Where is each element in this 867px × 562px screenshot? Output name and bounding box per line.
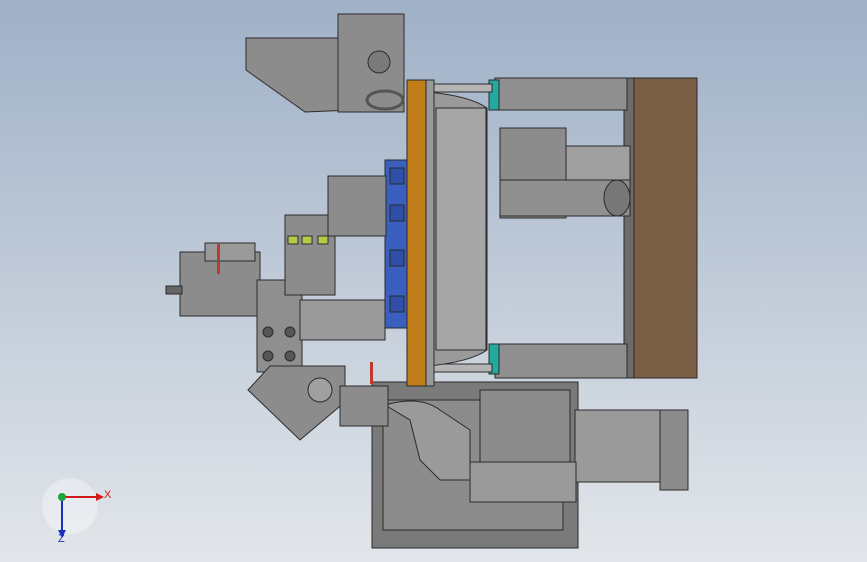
left-knob (165, 285, 183, 295)
angled-block-hole (307, 377, 333, 403)
red-mark-3 (370, 362, 373, 384)
yellow-green-detail-3 (317, 235, 329, 245)
lower-clamp-block (339, 385, 389, 427)
top-bolt-hole (367, 50, 391, 74)
left-bolt-4 (284, 350, 296, 362)
x-axis-label: X (104, 489, 112, 501)
origin-icon (58, 493, 66, 501)
blue-clamp-1 (389, 167, 405, 185)
lower-slider (469, 461, 577, 503)
lower-carriage (479, 389, 571, 463)
z-axis-label: Z (58, 533, 65, 545)
left-gripper-body (179, 251, 261, 317)
left-bolt-3 (262, 350, 274, 362)
top-rod (429, 83, 493, 93)
bottom-guide-cylinder (494, 343, 628, 379)
cad-viewport[interactable]: X Z (0, 0, 867, 562)
top-guide-cylinder (494, 77, 628, 111)
left-bolt-1 (262, 326, 274, 338)
triad-background (42, 478, 98, 534)
left-bolt-2 (284, 326, 296, 338)
yellow-green-detail-2 (301, 235, 313, 245)
orange-plate-backer (425, 79, 435, 387)
middle-cylinder-cap (603, 179, 631, 217)
left-slide-rail (299, 299, 386, 341)
red-mark-1 (217, 244, 220, 260)
brown-back-plate (631, 77, 698, 379)
blue-clamp-2 (389, 204, 405, 222)
yellow-green-detail-1 (287, 235, 299, 245)
left-gripper-cap (204, 242, 256, 262)
red-mark-2 (217, 262, 220, 274)
blue-clamp-4 (389, 295, 405, 313)
upper-right-rod-block (565, 145, 631, 183)
blue-clamp-3 (389, 249, 405, 267)
lower-cylinder-cap (659, 409, 689, 491)
drum-face (435, 107, 487, 351)
orange-mounting-plate (406, 79, 428, 387)
brown-plate-edge (623, 77, 635, 379)
left-top-clamp (327, 175, 387, 237)
